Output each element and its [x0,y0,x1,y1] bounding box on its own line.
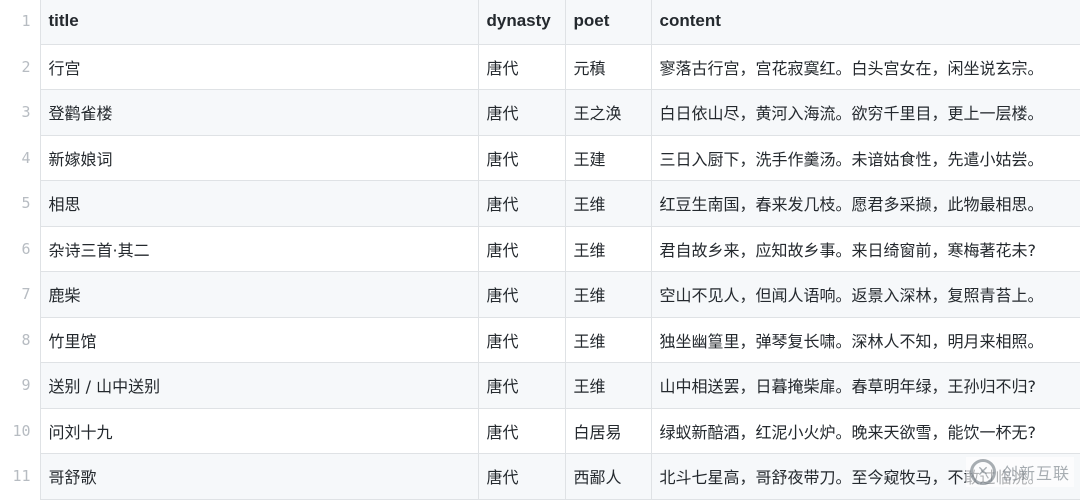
watermark: ✕ 创新互联 [965,457,1074,487]
header-content[interactable]: content [650,0,1080,45]
cell-content[interactable]: 独坐幽篁里，弹琴复长啸。深林人不知，明月来相照。 [650,316,1080,363]
table-row: 3 登鹳雀楼 唐代 王之涣 白日依山尽，黄河入海流。欲穷千里目，更上一层楼。 [0,89,1080,136]
cell-title[interactable]: 杂诗三首·其二 [39,225,479,272]
cell-content[interactable]: 山中相送罢，日暮掩柴扉。春草明年绿，王孙归不归? [650,362,1080,409]
cell-content[interactable]: 寥落古行宫，宫花寂寞红。白头宫女在，闲坐说玄宗。 [650,43,1080,90]
cell-dynasty[interactable]: 唐代 [477,407,566,454]
cell-title[interactable]: 相思 [39,180,479,227]
cell-content[interactable]: 三日入厨下，洗手作羹汤。未谙姑食性，先遣小姑尝。 [650,134,1080,181]
csv-table: 1 title dynasty poet content 2 行宫 唐代 元稹 寥落古行… [0,0,1080,500]
cell-poet[interactable]: 王维 [564,362,652,409]
cell-dynasty[interactable]: 唐代 [477,271,566,318]
line-number: 8 [0,317,40,363]
cell-dynasty[interactable]: 唐代 [477,134,566,181]
cell-poet[interactable]: 元稹 [564,43,652,90]
header-dynasty[interactable]: dynasty [477,0,566,45]
line-number: 11 [0,453,40,499]
cell-poet[interactable]: 王建 [564,134,652,181]
line-number: 2 [0,44,40,90]
table-row: 4 新嫁娘词 唐代 王建 三日入厨下，洗手作羹汤。未谙姑食性，先遣小姑尝。 [0,134,1080,181]
cell-title[interactable]: 哥舒歌 [39,453,479,500]
header-poet[interactable]: poet [564,0,652,45]
table-row: 9 送别 / 山中送别 唐代 王维 山中相送罢，日暮掩柴扉。春草明年绿，王孙归不归? [0,362,1080,409]
table-row: 11 哥舒歌 唐代 西鄙人 北斗七星高，哥舒夜带刀。至今窥牧马，不敢过临洮。 [0,453,1080,500]
line-number: 6 [0,226,40,272]
cell-title[interactable]: 登鹳雀楼 [39,89,479,136]
cell-title[interactable]: 竹里馆 [39,316,479,363]
header-row: 1 title dynasty poet content [0,0,1080,45]
table-row: 8 竹里馆 唐代 王维 独坐幽篁里，弹琴复长啸。深林人不知，明月来相照。 [0,316,1080,363]
cell-content[interactable]: 空山不见人，但闻人语响。返景入深林，复照青苔上。 [650,271,1080,318]
table-row: 6 杂诗三首·其二 唐代 王维 君自故乡来，应知故乡事。来日绮窗前，寒梅著花未? [0,225,1080,272]
cell-content[interactable]: 红豆生南国，春来发几枝。愿君多采撷，此物最相思。 [650,180,1080,227]
cell-title[interactable]: 鹿柴 [39,271,479,318]
cell-dynasty[interactable]: 唐代 [477,225,566,272]
line-number: 3 [0,89,40,135]
table-row: 7 鹿柴 唐代 王维 空山不见人，但闻人语响。返景入深林，复照青苔上。 [0,271,1080,318]
header-title[interactable]: title [39,0,479,45]
line-number: 5 [0,180,40,226]
line-number: 10 [0,408,40,454]
table-row: 5 相思 唐代 王维 红豆生南国，春来发几枝。愿君多采撷，此物最相思。 [0,180,1080,227]
cell-content[interactable]: 白日依山尽，黄河入海流。欲穷千里目，更上一层楼。 [650,89,1080,136]
cell-poet[interactable]: 王维 [564,225,652,272]
cell-title[interactable]: 问刘十九 [39,407,479,454]
line-number: 9 [0,362,40,408]
cell-content[interactable]: 绿蚁新醅酒，红泥小火炉。晚来天欲雪，能饮一杯无? [650,407,1080,454]
cell-poet[interactable]: 王之涣 [564,89,652,136]
cell-title[interactable]: 行宫 [39,43,479,90]
line-number: 4 [0,135,40,181]
cell-poet[interactable]: 西鄙人 [564,453,652,500]
cell-dynasty[interactable]: 唐代 [477,43,566,90]
cell-poet[interactable]: 王维 [564,180,652,227]
cell-dynasty[interactable]: 唐代 [477,89,566,136]
line-number: 7 [0,271,40,317]
watermark-logo-icon: ✕ [969,459,996,485]
cell-dynasty[interactable]: 唐代 [477,453,566,500]
table-row: 10 问刘十九 唐代 白居易 绿蚁新醅酒，红泥小火炉。晚来天欲雪，能饮一杯无? [0,407,1080,454]
cell-content[interactable]: 君自故乡来，应知故乡事。来日绮窗前，寒梅著花未? [650,225,1080,272]
cell-poet[interactable]: 王维 [564,271,652,318]
table-row: 2 行宫 唐代 元稹 寥落古行宫，宫花寂寞红。白头宫女在，闲坐说玄宗。 [0,43,1080,90]
watermark-text: 创新互联 [1001,464,1070,483]
line-number: 1 [0,0,40,44]
cell-poet[interactable]: 白居易 [564,407,652,454]
cell-dynasty[interactable]: 唐代 [477,316,566,363]
cell-title[interactable]: 送别 / 山中送别 [39,362,479,409]
cell-dynasty[interactable]: 唐代 [477,180,566,227]
cell-dynasty[interactable]: 唐代 [477,362,566,409]
cell-poet[interactable]: 王维 [564,316,652,363]
cell-title[interactable]: 新嫁娘词 [39,134,479,181]
